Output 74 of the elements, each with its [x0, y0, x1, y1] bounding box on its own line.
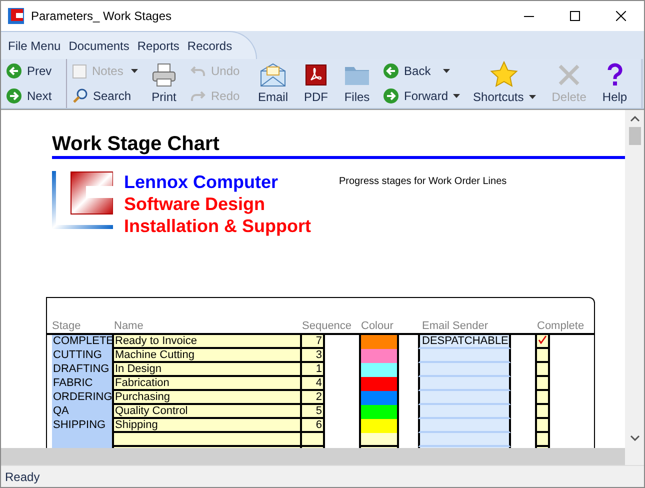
- star-icon: [490, 61, 518, 88]
- menu-item[interactable]: Documents: [64, 36, 134, 54]
- report-description: Progress stages for Work Order Lines: [339, 175, 507, 186]
- help-icon: [606, 62, 623, 86]
- table-cell: In Design: [112, 363, 300, 377]
- company-name: Lennox Computer: [124, 171, 280, 193]
- company-logo: [52, 171, 113, 229]
- toolbar-button[interactable]: Prev: [4, 61, 63, 82]
- stage-cell: [52, 433, 112, 447]
- toolbar-button[interactable]: Search: [70, 86, 140, 106]
- table-cell: 3: [300, 349, 325, 363]
- table-cell: 2: [300, 391, 325, 405]
- column-header: Email Sender: [422, 320, 490, 332]
- toolbar-button[interactable]: Email: [250, 59, 296, 108]
- toolbar-button[interactable]: PDF: [296, 59, 336, 108]
- table-cell: Shipping: [112, 419, 300, 433]
- column-header: Stage: [52, 320, 82, 332]
- toolbar-button[interactable]: Print: [143, 59, 185, 108]
- caret-icon: [443, 69, 450, 74]
- toolbar-button[interactable]: Files: [336, 59, 378, 108]
- table-cell: Machine Cutting: [112, 349, 300, 363]
- report-title: Work Stage Chart: [52, 132, 220, 156]
- table-cell: COMPLETE: [52, 335, 112, 349]
- envelope-icon: [259, 62, 287, 88]
- pdf-icon: [305, 64, 328, 86]
- column-header: Complete: [537, 320, 586, 332]
- caret-icon: [528, 95, 536, 99]
- table-cell: SHIPPING: [52, 419, 112, 433]
- scrollbar-thumb[interactable]: [628, 127, 640, 145]
- close-icon: [616, 11, 626, 21]
- undo-icon: [190, 64, 206, 78]
- menu-item[interactable]: Records: [183, 36, 236, 54]
- table-cell: Ready to Invoice: [112, 335, 300, 349]
- company-name: Software Design: [124, 193, 266, 215]
- table-cell: QA: [52, 405, 112, 419]
- table-cell: 6: [300, 419, 325, 433]
- maximize-icon: [570, 11, 580, 21]
- column-header: Name: [114, 320, 144, 332]
- toolbar-button[interactable]: Forward: [381, 86, 462, 106]
- caret-icon: [453, 94, 460, 98]
- caret-icon: [131, 69, 138, 74]
- menu-item[interactable]: File Menu: [4, 36, 65, 54]
- window-title: Parameters_ Work Stages: [31, 8, 172, 25]
- table-cell: 4: [300, 377, 325, 391]
- checkmark-icon: [538, 335, 547, 344]
- table-cell: [300, 433, 325, 447]
- complete-cell: [535, 433, 550, 447]
- toolbar-button[interactable]: Help: [594, 59, 636, 108]
- status-text: Ready: [5, 468, 40, 486]
- redo-icon: [190, 88, 206, 103]
- table-cell: 1: [300, 363, 325, 377]
- table-cell: DRAFTING: [52, 363, 112, 377]
- app-logo-icon: [8, 8, 24, 24]
- column-header: Sequence: [302, 320, 353, 332]
- search-icon: [72, 88, 88, 104]
- toolbar-button[interactable]: Next: [4, 86, 63, 106]
- printer-icon: [151, 62, 177, 88]
- table-cell: Quality Control: [112, 405, 300, 419]
- close-icon: [557, 62, 582, 86]
- table-cell: Fabrication: [112, 377, 300, 391]
- horizontal-scrollbar[interactable]: [1, 448, 625, 465]
- table-cell: DESPATCHABLE: [418, 335, 511, 349]
- table-cell: FABRIC: [52, 377, 112, 391]
- table-cell: CUTTING: [52, 349, 112, 363]
- company-name: Installation & Support: [124, 215, 311, 237]
- toolbar-button[interactable]: Shortcuts: [465, 59, 544, 108]
- menu-item[interactable]: Reports: [133, 36, 184, 54]
- table-cell: Purchasing: [112, 391, 300, 405]
- table-cell: 7: [300, 335, 325, 349]
- table-cell: 5: [300, 405, 325, 419]
- table-cell: ORDERING: [52, 391, 112, 405]
- column-header: Colour: [361, 320, 394, 332]
- vertical-scrollbar[interactable]: [625, 110, 644, 465]
- toolbar-button[interactable]: Back: [381, 61, 462, 82]
